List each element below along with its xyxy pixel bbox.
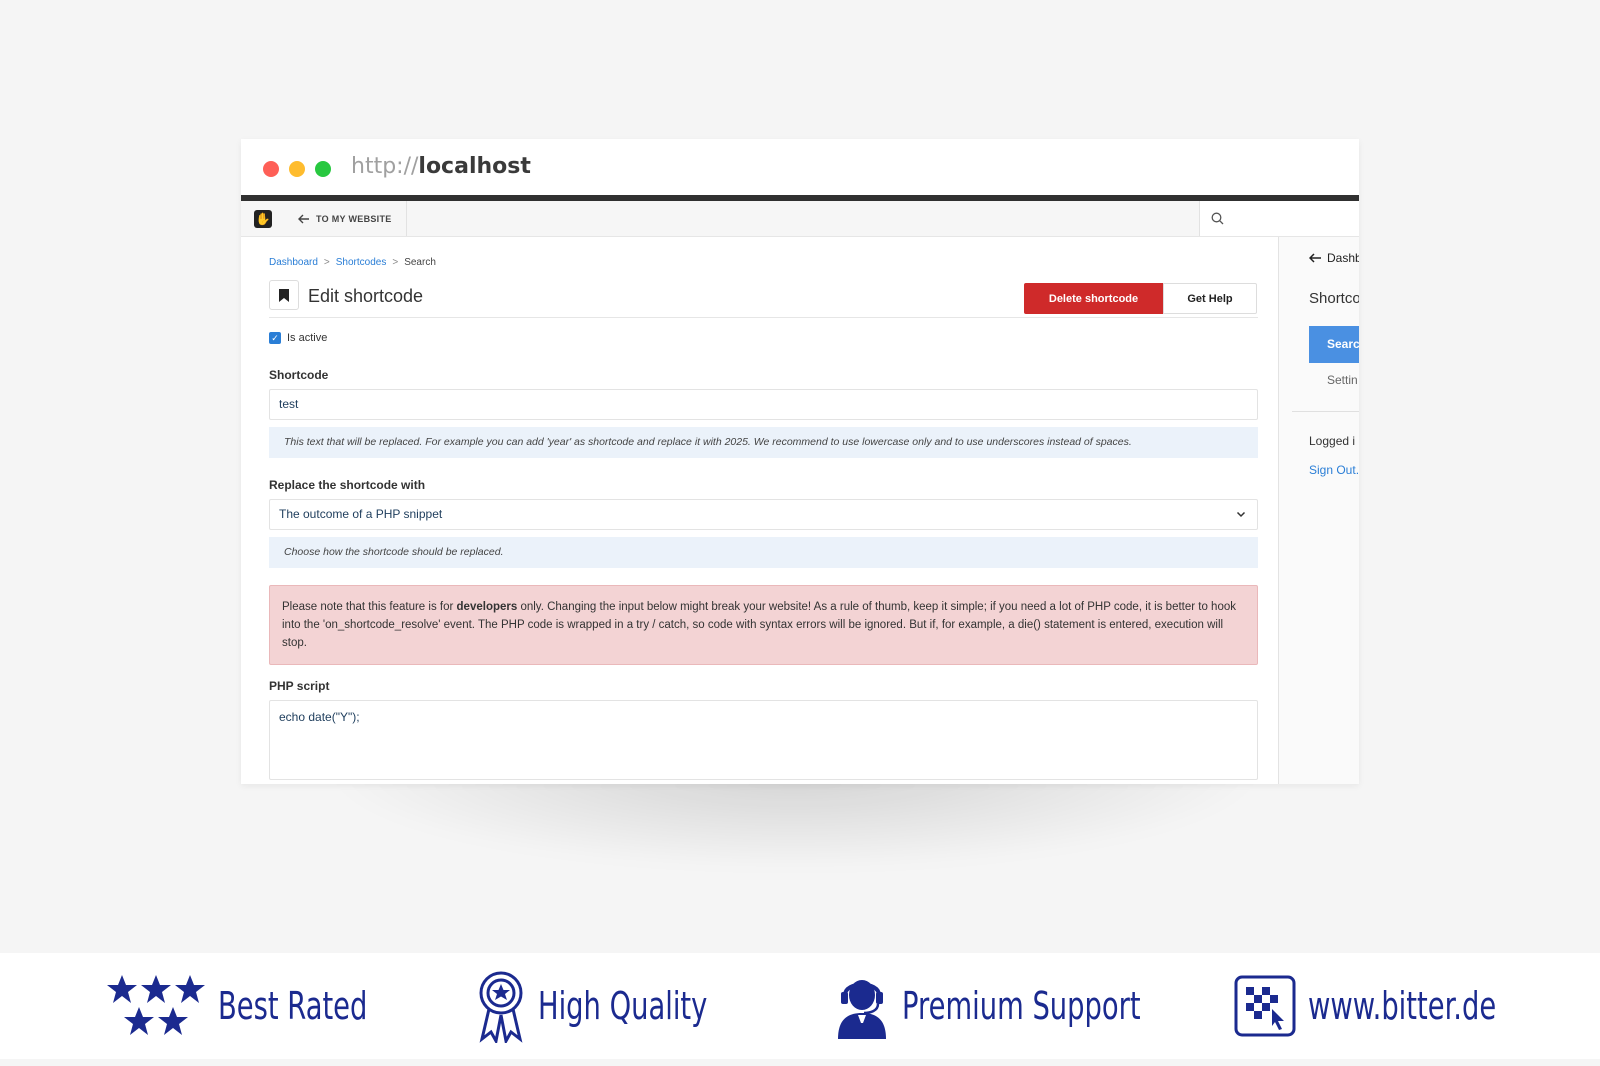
browser-titlebar: http://localhost <box>241 139 1359 195</box>
url-host: localhost <box>418 154 531 179</box>
browser-window: http://localhost ✋ TO MY WEBSITE Dashboa… <box>241 139 1359 784</box>
badge-bitter-website[interactable]: www.bitter.de <box>1234 953 1569 1059</box>
close-window-dot[interactable] <box>263 161 279 177</box>
cms-toolbar: ✋ TO MY WEBSITE <box>241 201 1359 237</box>
replace-label: Replace the shortcode with <box>269 478 426 492</box>
toolbar-search[interactable] <box>1199 201 1359 236</box>
search-icon <box>1211 212 1224 225</box>
sign-out-link[interactable]: Sign Out. <box>1309 463 1359 477</box>
badge-high-quality: High Quality <box>476 953 773 1059</box>
replace-select-value: The outcome of a PHP snippet <box>279 507 443 521</box>
panel-title: Shortco <box>1309 290 1359 307</box>
breadcrumb-separator: > <box>392 257 399 268</box>
badge-premium-support: Premium Support <box>834 953 1233 1059</box>
breadcrumb-dashboard[interactable]: Dashboard <box>269 257 318 268</box>
panel-back-link[interactable]: Dashb <box>1309 251 1359 265</box>
alert-text-start: Please note that this feature is for <box>282 601 457 613</box>
breadcrumb-separator: > <box>323 257 330 268</box>
bookmark-icon <box>269 280 299 310</box>
main-content: Dashboard > Shortcodes > Search Edit sho… <box>241 237 1278 784</box>
badge-bitter-label: www.bitter.de <box>1308 984 1497 1028</box>
badge-best-rated: Best Rated <box>106 953 425 1059</box>
address-bar[interactable]: http://localhost <box>351 154 531 179</box>
is-active-checkbox[interactable]: ✓ <box>269 332 281 344</box>
badge-best-rated-label: Best Rated <box>218 984 368 1028</box>
window-shadow <box>320 770 1270 870</box>
breadcrumb-shortcodes[interactable]: Shortcodes <box>336 257 387 268</box>
to-my-website-link[interactable]: TO MY WEBSITE <box>286 201 407 236</box>
delete-shortcode-button[interactable]: Delete shortcode <box>1024 283 1163 314</box>
developer-warning-alert: Please note that this feature is for dev… <box>269 585 1258 665</box>
shortcode-help: This text that will be replaced. For exa… <box>269 427 1258 458</box>
shortcode-input[interactable]: test <box>269 389 1258 420</box>
replace-select[interactable]: The outcome of a PHP snippet <box>269 499 1258 530</box>
footer-badges: Best Rated High Quality Premium Support … <box>0 953 1600 1059</box>
panel-search-button[interactable]: Searc <box>1309 326 1359 363</box>
panel-divider <box>1292 411 1359 412</box>
right-sidebar-panel: Dashb Shortco Searc Settin Logged i Sign… <box>1278 237 1359 784</box>
support-agent-icon <box>838 980 886 1039</box>
arrow-left-icon <box>1309 253 1321 263</box>
stars-icon <box>107 975 205 1035</box>
badge-high-quality-label: High Quality <box>538 984 708 1028</box>
panel-settings-link[interactable]: Settin <box>1327 373 1358 387</box>
page-title: Edit shortcode <box>308 286 424 306</box>
minimize-window-dot[interactable] <box>289 161 305 177</box>
award-ribbon-icon <box>479 971 523 1043</box>
php-script-label: PHP script <box>269 679 330 693</box>
get-help-button[interactable]: Get Help <box>1163 283 1257 314</box>
php-script-textarea[interactable]: echo date("Y"); <box>269 700 1258 780</box>
replace-help: Choose how the shortcode should be repla… <box>269 537 1258 568</box>
panel-back-label: Dashb <box>1327 251 1359 265</box>
bitter-logo-icon <box>1234 975 1296 1037</box>
page-header: Edit shortcode Delete shortcode Get Help <box>269 280 1258 318</box>
breadcrumb: Dashboard > Shortcodes > Search <box>269 257 1278 268</box>
concrete-logo-icon[interactable]: ✋ <box>254 209 272 228</box>
is-active-label: Is active <box>287 332 328 344</box>
badge-premium-support-label: Premium Support <box>902 984 1141 1028</box>
shortcode-label: Shortcode <box>269 368 329 382</box>
is-active-row: ✓ Is active <box>269 332 1278 344</box>
breadcrumb-current: Search <box>404 257 436 268</box>
to-my-website-label: TO MY WEBSITE <box>316 213 392 224</box>
url-protocol: http:// <box>351 154 419 179</box>
arrow-left-icon <box>298 214 309 223</box>
panel-logged-in-text: Logged i <box>1309 434 1356 448</box>
maximize-window-dot[interactable] <box>315 161 331 177</box>
chevron-down-icon <box>1236 511 1246 518</box>
alert-text-bold: developers <box>456 601 518 613</box>
